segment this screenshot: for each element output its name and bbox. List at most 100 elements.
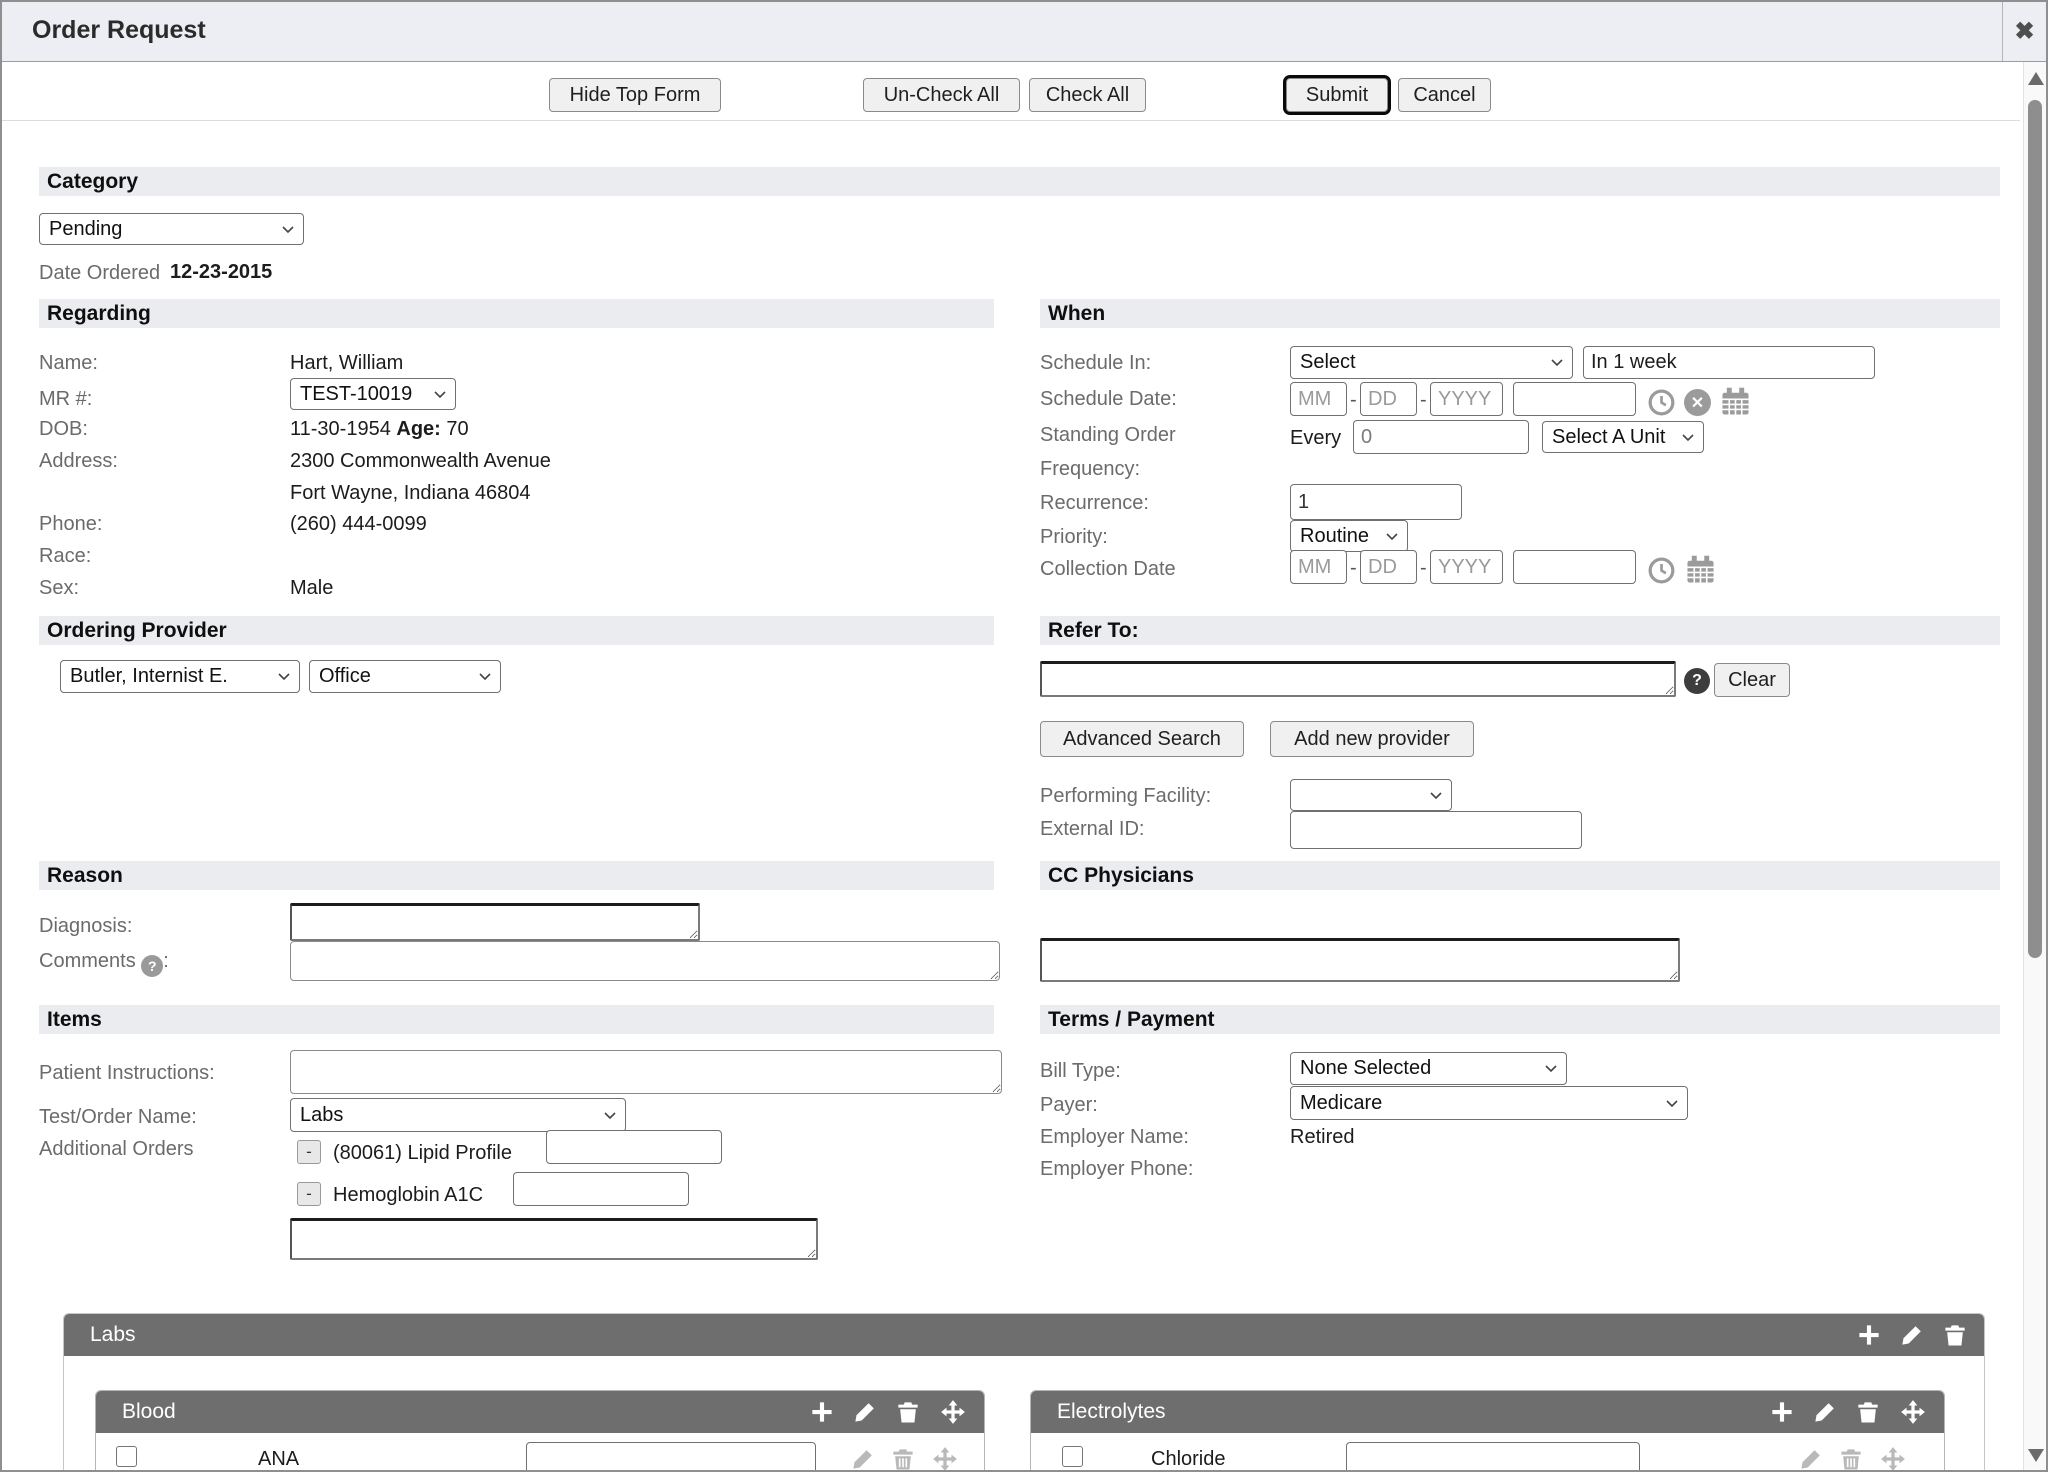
trash-icon[interactable] <box>897 1401 919 1423</box>
move-icon[interactable] <box>1900 1399 1926 1425</box>
submit-button[interactable]: Submit <box>1286 78 1388 112</box>
lab-test-checkbox[interactable] <box>116 1446 137 1467</box>
remove-order-button[interactable]: - <box>297 1140 321 1164</box>
schedule-date-mm-input[interactable] <box>1290 382 1347 416</box>
unit-select[interactable]: Select A Unit <box>1542 421 1704 453</box>
uncheck-all-button[interactable]: Un-Check All <box>863 78 1020 112</box>
sex-label: Sex: <box>39 577 79 600</box>
dob-label: DOB: <box>39 418 88 441</box>
lab-test-value-input[interactable] <box>1346 1442 1640 1472</box>
hide-top-form-button[interactable]: Hide Top Form <box>549 78 721 112</box>
ordering-provider-section-header: Ordering Provider <box>39 616 994 645</box>
schedule-date-dd-input[interactable] <box>1360 382 1417 416</box>
pencil-icon[interactable] <box>1814 1401 1836 1423</box>
order-name: (80061) Lipid Profile <box>333 1142 512 1165</box>
pencil-icon[interactable] <box>854 1401 876 1423</box>
regarding-section-header: Regarding <box>39 299 994 328</box>
standing-order-label: Standing Order <box>1040 424 1176 447</box>
calendar-icon[interactable] <box>1686 555 1715 589</box>
collection-date-yyyy-input[interactable] <box>1430 550 1503 584</box>
provider-location-select[interactable]: Office <box>309 660 501 693</box>
move-icon[interactable] <box>932 1446 958 1472</box>
category-select[interactable]: Pending <box>39 213 304 245</box>
race-label: Race: <box>39 545 91 568</box>
move-icon[interactable] <box>940 1399 966 1425</box>
advanced-search-button[interactable]: Advanced Search <box>1040 721 1244 757</box>
clock-icon[interactable] <box>1648 557 1675 589</box>
add-icon[interactable] <box>811 1401 833 1423</box>
recurrence-input[interactable] <box>1290 484 1462 520</box>
ordering-provider-select[interactable]: Butler, Internist E. <box>60 660 300 693</box>
trash-icon[interactable] <box>892 1448 914 1470</box>
every-value-input[interactable] <box>1353 420 1529 454</box>
lab-test-checkbox[interactable] <box>1062 1446 1083 1467</box>
labs-panel-header: Labs <box>64 1314 1984 1356</box>
date-dash: - <box>1350 389 1357 412</box>
schedule-in-text-input[interactable] <box>1583 346 1875 379</box>
dob-value: 11-30-1954 Age: 70 <box>290 418 469 441</box>
address-line2: Fort Wayne, Indiana 46804 <box>290 482 531 505</box>
frequency-label: Frequency: <box>1040 458 1140 481</box>
refer-to-input[interactable] <box>1040 661 1676 697</box>
remove-order-button[interactable]: - <box>297 1182 321 1206</box>
calendar-icon[interactable] <box>1721 387 1750 421</box>
employer-name-label: Employer Name: <box>1040 1126 1189 1149</box>
scroll-down-arrow[interactable] <box>2028 1449 2044 1462</box>
clear-date-icon[interactable]: ✕ <box>1684 389 1711 416</box>
payer-select[interactable]: Medicare <box>1290 1086 1688 1120</box>
cancel-button[interactable]: Cancel <box>1398 78 1491 112</box>
patient-instructions-input[interactable] <box>290 1050 1002 1094</box>
date-dash: - <box>1420 389 1427 412</box>
collection-date-dd-input[interactable] <box>1360 550 1417 584</box>
add-icon[interactable] <box>1771 1401 1793 1423</box>
cc-physicians-input[interactable] <box>1040 938 1680 982</box>
scroll-up-arrow[interactable] <box>2028 72 2044 85</box>
chevron-down-icon <box>1681 433 1695 442</box>
category-section-header: Category <box>39 167 2000 196</box>
order-value-input[interactable] <box>546 1130 722 1164</box>
chevron-down-icon <box>433 390 447 399</box>
schedule-date-yyyy-input[interactable] <box>1430 382 1503 416</box>
external-id-input[interactable] <box>1290 811 1582 849</box>
schedule-in-label: Schedule In: <box>1040 352 1151 375</box>
trash-icon[interactable] <box>1944 1324 1966 1346</box>
add-new-provider-button[interactable]: Add new provider <box>1270 721 1474 757</box>
bill-type-select[interactable]: None Selected <box>1290 1052 1567 1085</box>
collection-date-mm-input[interactable] <box>1290 550 1347 584</box>
schedule-in-select[interactable]: Select <box>1290 346 1573 379</box>
trash-icon[interactable] <box>1840 1448 1862 1470</box>
performing-facility-select[interactable] <box>1290 779 1452 811</box>
clear-button[interactable]: Clear <box>1714 663 1790 697</box>
patient-name: Hart, William <box>290 352 403 375</box>
address-line1: 2300 Commonwealth Avenue <box>290 450 551 473</box>
diagnosis-label: Diagnosis: <box>39 915 132 938</box>
pencil-icon[interactable] <box>1901 1324 1923 1346</box>
move-icon[interactable] <box>1880 1446 1906 1472</box>
comments-input[interactable] <box>290 941 1000 981</box>
diagnosis-input[interactable] <box>290 903 700 941</box>
scrollbar-thumb[interactable] <box>2028 100 2042 958</box>
schedule-time-input[interactable] <box>1513 382 1636 416</box>
collection-time-input[interactable] <box>1513 550 1636 584</box>
sex-value: Male <box>290 577 333 600</box>
clock-icon[interactable] <box>1648 389 1675 421</box>
additional-orders-input[interactable] <box>290 1218 818 1260</box>
comments-label: Comments ?: <box>39 950 169 973</box>
priority-label: Priority: <box>1040 526 1108 549</box>
pencil-icon[interactable] <box>1800 1448 1822 1470</box>
close-button[interactable]: ✖ <box>2002 2 2046 61</box>
dialog-titlebar: Order Request ✖ <box>2 2 2046 62</box>
check-all-button[interactable]: Check All <box>1029 78 1146 112</box>
priority-select[interactable]: Routine <box>1290 520 1408 552</box>
order-value-input[interactable] <box>513 1172 689 1206</box>
refer-to-help-icon[interactable]: ? <box>1684 668 1710 694</box>
vertical-scrollbar[interactable] <box>2023 62 2046 1470</box>
chevron-down-icon <box>1385 532 1399 541</box>
pencil-icon[interactable] <box>852 1448 874 1470</box>
comments-help-icon[interactable]: ? <box>141 955 163 977</box>
test-order-select[interactable]: Labs <box>290 1098 626 1132</box>
add-icon[interactable] <box>1858 1324 1880 1346</box>
mr-select[interactable]: TEST-10019 <box>290 378 456 410</box>
trash-icon[interactable] <box>1857 1401 1879 1423</box>
lab-test-value-input[interactable] <box>526 1442 816 1472</box>
